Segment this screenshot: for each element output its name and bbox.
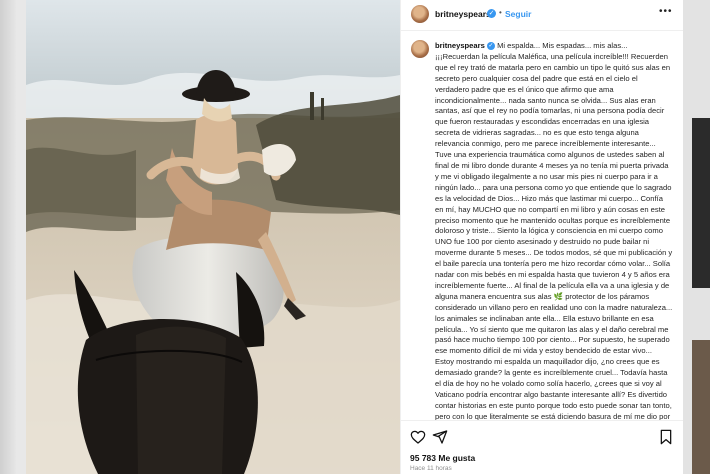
post-photo[interactable] — [26, 0, 400, 474]
caption-section[interactable]: britneyspears ✓ Mi espalda... Mis espada… — [401, 30, 683, 420]
left-edge-background — [0, 0, 26, 474]
caption-body: Mi espalda... Mis espadas... mis alas...… — [435, 41, 673, 420]
left-edge-strip — [0, 0, 16, 474]
post-panel: britneyspears ✓ • Seguir ••• britneyspea… — [400, 0, 683, 474]
verified-badge-icon: ✓ — [486, 42, 495, 50]
username[interactable]: britneyspears — [435, 9, 491, 19]
post-timestamp: Hace 11 horas — [410, 465, 452, 472]
send-icon[interactable] — [432, 429, 448, 445]
caption-text-block: britneyspears ✓ Mi espalda... Mis espada… — [435, 41, 673, 420]
bookmark-icon[interactable] — [659, 429, 673, 445]
post-header: britneyspears ✓ • Seguir ••• — [401, 0, 683, 31]
separator-dot: • — [499, 8, 502, 17]
photo-illustration — [26, 0, 400, 474]
post-actions: 95 783 Me gusta Hace 11 horas — [401, 420, 683, 475]
follow-button[interactable]: Seguir — [505, 9, 531, 19]
more-options-icon[interactable]: ••• — [659, 6, 673, 17]
right-edge-background — [682, 0, 710, 474]
heart-icon[interactable] — [410, 429, 426, 445]
caption-username[interactable]: britneyspears — [435, 41, 485, 50]
caption-avatar[interactable] — [411, 40, 429, 58]
avatar[interactable] — [411, 5, 429, 23]
verified-badge-icon: ✓ — [487, 9, 496, 18]
right-edge-panel — [692, 118, 710, 288]
right-edge-panel-lower — [692, 340, 710, 474]
likes-count[interactable]: 95 783 Me gusta — [410, 453, 475, 463]
